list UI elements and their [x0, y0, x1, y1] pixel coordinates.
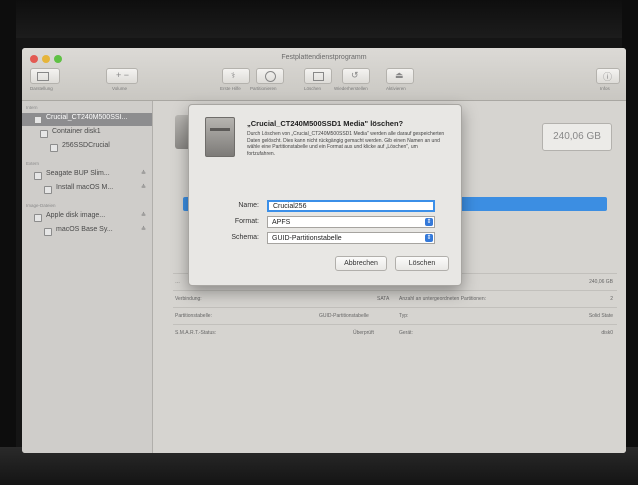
info-icon: ⓘ	[603, 72, 613, 82]
sidebar-item-install-macos[interactable]: Install macOS M... ≜	[22, 183, 152, 196]
sidebar-icon	[37, 72, 49, 81]
sidebar-item-apple-image[interactable]: Apple disk image... ≜	[22, 211, 152, 224]
eject-icon[interactable]: ≜	[141, 226, 146, 233]
volume-label: Volume	[112, 86, 128, 91]
format-value: APFS	[272, 219, 291, 226]
sidebar-section-intern: Intern	[26, 105, 38, 110]
cancel-button[interactable]: Abbrechen	[335, 256, 387, 271]
format-label: Format:	[234, 218, 259, 225]
view-button[interactable]	[30, 68, 60, 84]
name-input[interactable]: Crucial256	[267, 200, 435, 212]
volume-icon	[44, 186, 52, 194]
sidebar-item-seagate[interactable]: Seagate BUP Slim... ≜	[22, 169, 152, 182]
stethoscope-icon: ⚕	[231, 71, 236, 80]
eject-icon[interactable]: ≜	[141, 212, 146, 219]
eject-icon[interactable]: ≜	[141, 184, 146, 191]
info-label: Infos	[600, 86, 610, 91]
sidebar-section-extern: Extern	[26, 161, 40, 166]
eject-icon[interactable]: ≜	[141, 170, 146, 177]
mount-button[interactable]: ⏏	[386, 68, 414, 84]
erase-dialog: „Crucial_CT240M500SSD1 Media" löschen? D…	[188, 104, 462, 286]
info-row: S.M.A.R.T.-Status: Überprüft Gerät: disk…	[173, 324, 617, 342]
disk-image-icon	[34, 214, 42, 222]
restore-icon: ↺	[351, 70, 359, 80]
capacity-small: 240,06 GB	[589, 279, 613, 285]
name-label: Name:	[238, 202, 259, 209]
volume-icon	[44, 228, 52, 236]
first-aid-label: Erste Hilfe	[220, 86, 241, 91]
volume-icon	[50, 144, 58, 152]
scheme-value: GUID-Partitionstabelle	[272, 235, 342, 242]
capacity-display: 240,06 GB	[542, 123, 612, 151]
dialog-body: Durch Löschen von „Crucial_CT240M500SSD1…	[247, 131, 445, 157]
plus-minus-icon: + −	[116, 70, 130, 80]
partition-label: Partitionieren	[250, 86, 277, 91]
info-button[interactable]: ⓘ	[596, 68, 620, 84]
view-label: Darstellung	[30, 86, 53, 91]
first-aid-button[interactable]: ⚕	[222, 68, 250, 84]
disk-icon	[34, 172, 42, 180]
sidebar-item-container[interactable]: Container disk1	[22, 127, 152, 140]
disk-icon	[40, 130, 48, 138]
internal-drive-icon	[205, 117, 235, 157]
volume-button[interactable]: + −	[106, 68, 138, 84]
pie-icon	[265, 71, 276, 82]
scheme-select[interactable]: GUID-Partitionstabelle ⇕	[267, 232, 435, 244]
format-select[interactable]: APFS ⇕	[267, 216, 435, 228]
sidebar-item-macos-base[interactable]: macOS Base Sy... ≜	[22, 225, 152, 238]
chevron-updown-icon: ⇕	[425, 218, 433, 226]
disk-icon	[34, 116, 42, 124]
eraser-icon	[313, 72, 324, 81]
erase-label: Löschen	[304, 86, 322, 91]
sidebar: Intern Crucial_CT240M500SSI... Container…	[22, 101, 153, 453]
row-label-left: …	[175, 279, 180, 285]
eject-icon: ⏏	[395, 70, 404, 80]
restore-label: Wiederherstellen	[334, 86, 368, 91]
erase-confirm-button[interactable]: Löschen	[395, 256, 449, 271]
window-title: Festplattendienstprogramm	[281, 54, 367, 61]
partition-button[interactable]	[256, 68, 284, 84]
monitor-bezel-left	[0, 0, 16, 485]
info-row: Partitionstabelle: GUID-Partitionstabell…	[173, 307, 617, 325]
chevron-updown-icon: ⇕	[425, 234, 433, 242]
scheme-label: Schema:	[231, 234, 259, 241]
sidebar-item-crucial[interactable]: Crucial_CT240M500SSI...	[22, 113, 152, 126]
monitor-bezel-top	[0, 0, 638, 38]
dialog-title: „Crucial_CT240M500SSD1 Media" löschen?	[247, 119, 404, 128]
sidebar-item-volume[interactable]: 256SSDCrucial	[22, 141, 152, 154]
info-row: Verbindung: SATA Anzahl an untergeordnet…	[173, 290, 617, 308]
restore-button[interactable]: ↺	[342, 68, 370, 84]
screen: Festplattendienstprogramm Darstellung + …	[22, 48, 626, 453]
erase-button[interactable]	[304, 68, 332, 84]
toolbar: Festplattendienstprogramm Darstellung + …	[22, 48, 626, 101]
mount-label: Aktivieren	[386, 86, 406, 91]
sidebar-section-images: Image-Dateien	[26, 203, 56, 208]
